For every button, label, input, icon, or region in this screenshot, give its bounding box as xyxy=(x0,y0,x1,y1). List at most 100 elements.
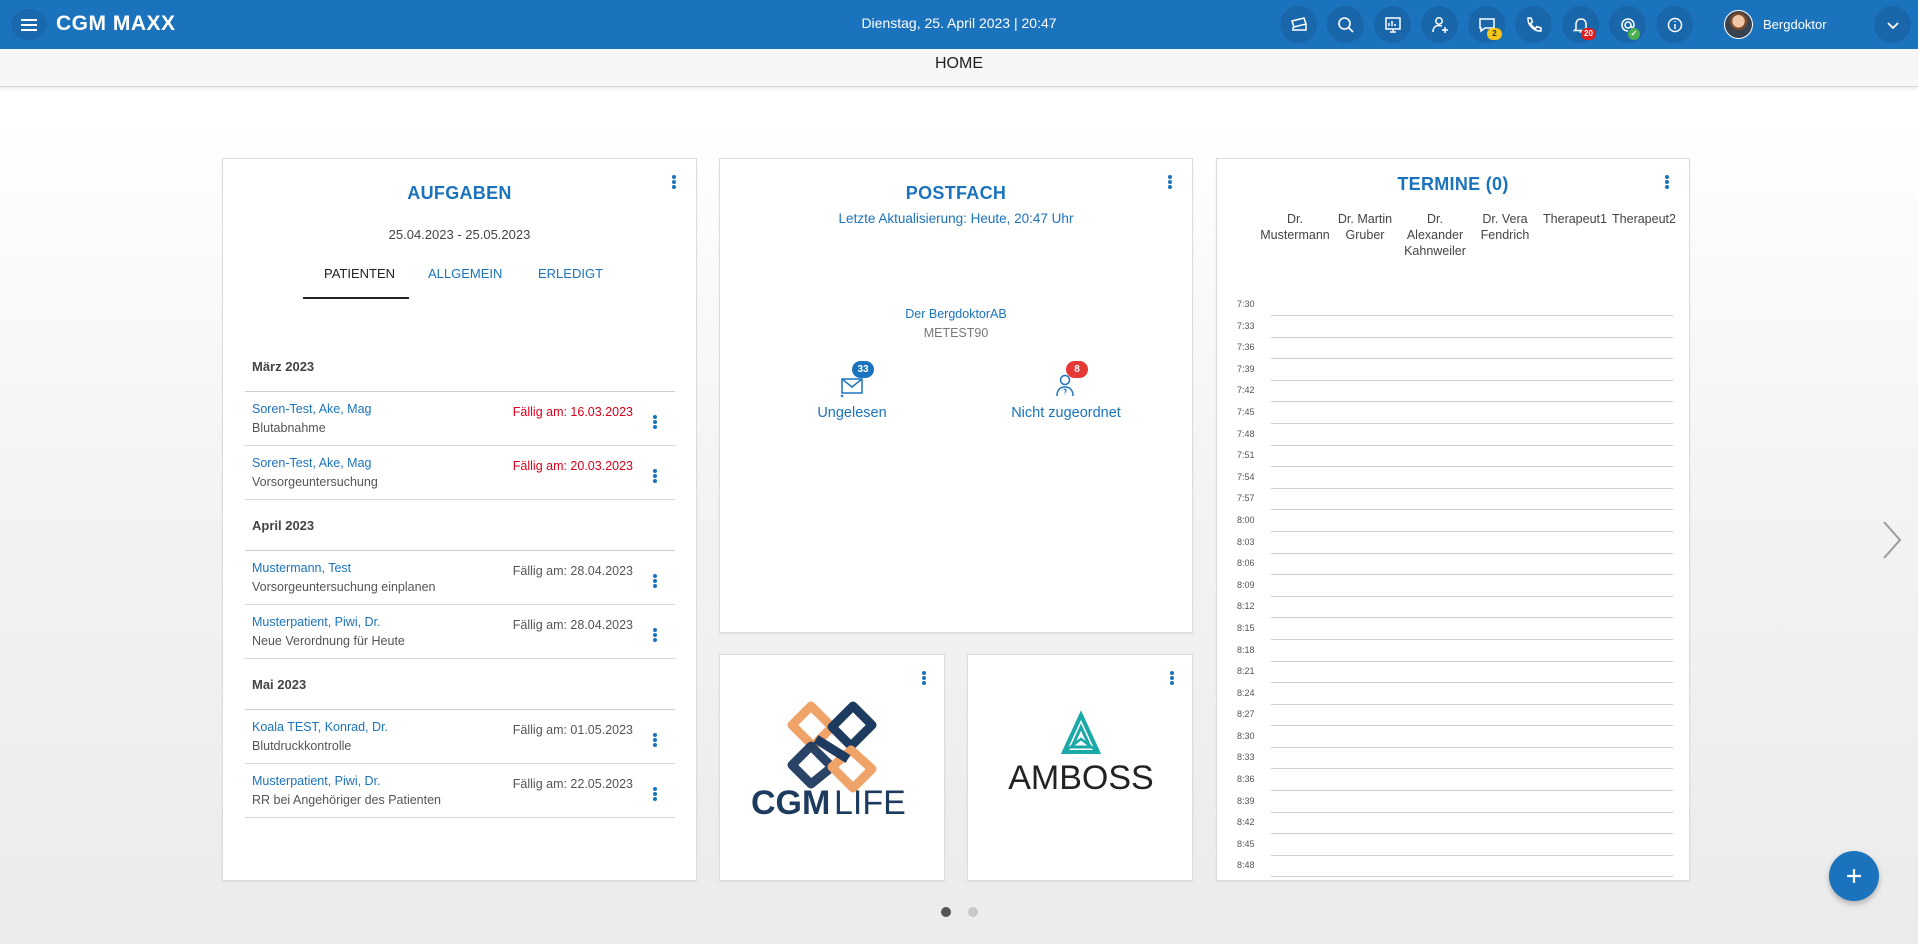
time-slot[interactable]: 8:48 xyxy=(1225,860,1683,880)
unassigned-mail-button[interactable]: 8 Nicht zugeordnet xyxy=(986,361,1146,421)
task-item[interactable]: Mustermann, Test Vorsorgeuntersuchung ei… xyxy=(245,551,675,605)
task-menu-icon[interactable] xyxy=(647,412,663,432)
task-patient[interactable]: Soren-Test, Ake, Mag xyxy=(252,402,372,416)
time-gridline xyxy=(1271,574,1673,576)
time-slot[interactable]: 8:21 xyxy=(1225,666,1683,688)
bell-icon[interactable]: 20 xyxy=(1562,6,1599,43)
unread-mail-button[interactable]: 33 Ungelesen xyxy=(772,361,932,421)
time-slot[interactable]: 7:30 xyxy=(1225,299,1683,321)
time-slot[interactable]: 7:48 xyxy=(1225,429,1683,451)
time-slot[interactable]: 7:51 xyxy=(1225,450,1683,472)
info-icon[interactable] xyxy=(1656,6,1693,43)
time-slot[interactable]: 8:03 xyxy=(1225,537,1683,559)
time-slot[interactable]: 8:00 xyxy=(1225,515,1683,537)
chevron-right-icon[interactable] xyxy=(1880,518,1904,562)
time-label: 7:39 xyxy=(1237,363,1255,374)
add-button[interactable] xyxy=(1829,851,1879,901)
time-slot[interactable]: 8:36 xyxy=(1225,774,1683,796)
time-slot[interactable]: 7:39 xyxy=(1225,364,1683,386)
time-slot[interactable]: 8:42 xyxy=(1225,817,1683,839)
time-slot[interactable]: 7:33 xyxy=(1225,321,1683,343)
time-gridline xyxy=(1271,401,1673,403)
time-slot[interactable]: 8:27 xyxy=(1225,709,1683,731)
chevron-down-icon[interactable] xyxy=(1874,6,1911,43)
chat-icon[interactable]: 2 xyxy=(1468,6,1505,43)
time-label: 7:54 xyxy=(1237,471,1255,482)
time-label: 8:06 xyxy=(1237,558,1255,569)
user-name[interactable]: Bergdoktor xyxy=(1763,17,1827,32)
time-slot[interactable]: 8:09 xyxy=(1225,580,1683,602)
add-patient-icon[interactable] xyxy=(1421,6,1458,43)
cgm-life-logo: CGM LIFE xyxy=(751,701,906,822)
avatar[interactable] xyxy=(1724,10,1753,39)
month-header: März 2023 xyxy=(245,351,675,392)
time-slot[interactable]: 8:45 xyxy=(1225,839,1683,861)
tab-allgemein[interactable]: ALLGEMEIN xyxy=(428,266,502,281)
calendar-column-header[interactable]: Therapeut2 xyxy=(1606,211,1682,227)
task-item[interactable]: Musterpatient, Piwi, Dr. RR bei Angehöri… xyxy=(245,764,675,818)
task-patient[interactable]: Soren-Test, Ake, Mag xyxy=(252,456,372,470)
aufgaben-menu-icon[interactable] xyxy=(666,172,682,192)
task-patient[interactable]: Mustermann, Test xyxy=(252,561,351,575)
task-item[interactable]: Koala TEST, Konrad, Dr. Blutdruckkontrol… xyxy=(245,710,675,764)
time-gridline xyxy=(1271,336,1673,338)
postfach-menu-icon[interactable] xyxy=(1162,172,1178,192)
tab-erledigt[interactable]: ERLEDIGT xyxy=(538,266,603,281)
task-menu-icon[interactable] xyxy=(647,730,663,750)
task-menu-icon[interactable] xyxy=(647,571,663,591)
time-slot[interactable]: 7:57 xyxy=(1225,493,1683,515)
time-label: 7:51 xyxy=(1237,450,1255,461)
amboss-tile[interactable]: AMBOSS xyxy=(967,654,1193,881)
ticket-icon[interactable] xyxy=(1280,6,1317,43)
calendar-column-header[interactable]: Dr. Mustermann xyxy=(1255,211,1335,243)
task-patient[interactable]: Musterpatient, Piwi, Dr. xyxy=(252,615,381,629)
time-slot[interactable]: 7:54 xyxy=(1225,472,1683,494)
monitor-icon[interactable] xyxy=(1374,6,1411,43)
time-slot[interactable]: 8:15 xyxy=(1225,623,1683,645)
calendar-column-header[interactable]: Dr. Alexander Kahnweiler xyxy=(1397,211,1473,259)
time-gridline xyxy=(1271,379,1673,381)
time-slot[interactable]: 8:12 xyxy=(1225,601,1683,623)
task-menu-icon[interactable] xyxy=(647,784,663,804)
at-icon[interactable]: ✓ xyxy=(1609,6,1646,43)
time-slot[interactable]: 8:33 xyxy=(1225,752,1683,774)
task-item[interactable]: Musterpatient, Piwi, Dr. Neue Verordnung… xyxy=(245,605,675,659)
column-label: Therapeut1 xyxy=(1543,212,1607,226)
amboss-logo: AMBOSS xyxy=(1008,710,1154,797)
task-patient[interactable]: Koala TEST, Konrad, Dr. xyxy=(252,720,388,734)
time-slot[interactable]: 8:39 xyxy=(1225,796,1683,818)
column-label: Dr. Mustermann xyxy=(1260,212,1330,242)
task-item[interactable]: Soren-Test, Ake, Mag Blutabnahme Fällig … xyxy=(245,392,675,446)
termine-menu-icon[interactable] xyxy=(1659,172,1675,192)
time-gridline xyxy=(1271,552,1673,554)
phone-icon[interactable] xyxy=(1515,6,1552,43)
calendar-column-header[interactable]: Dr. Vera Fendrich xyxy=(1467,211,1543,243)
time-slot[interactable]: 8:30 xyxy=(1225,731,1683,753)
tab-patienten[interactable]: PATIENTEN xyxy=(324,266,395,281)
calendar-column-header[interactable]: Therapeut1 xyxy=(1537,211,1613,227)
task-description: Blutabnahme xyxy=(252,421,326,435)
task-menu-icon[interactable] xyxy=(647,625,663,645)
page-dot[interactable] xyxy=(968,907,978,917)
task-item[interactable]: Soren-Test, Ake, Mag Vorsorgeuntersuchun… xyxy=(245,446,675,500)
task-patient[interactable]: Musterpatient, Piwi, Dr. xyxy=(252,774,381,788)
time-slot[interactable]: 7:45 xyxy=(1225,407,1683,429)
time-slot[interactable]: 8:24 xyxy=(1225,688,1683,710)
termine-title: TERMINE (0) xyxy=(1397,174,1509,194)
time-slot[interactable]: 8:18 xyxy=(1225,645,1683,667)
time-slot[interactable]: 7:36 xyxy=(1225,342,1683,364)
task-due-date: Fällig am: 28.04.2023 xyxy=(512,618,633,632)
time-slot[interactable]: 7:42 xyxy=(1225,385,1683,407)
time-gridline xyxy=(1271,790,1673,792)
amboss-text: AMBOSS xyxy=(1008,759,1153,797)
column-label: Dr. Alexander Kahnweiler xyxy=(1404,212,1466,258)
task-menu-icon[interactable] xyxy=(647,466,663,486)
page-dot-active[interactable] xyxy=(941,907,951,917)
mailbox-name[interactable]: Der BergdoktorAB xyxy=(720,307,1192,321)
search-icon[interactable] xyxy=(1327,6,1364,43)
calendar-grid[interactable]: 7:30 7:33 7:36 7:39 7:42 7:45 7:48 7:51 7:54 7:57… xyxy=(1225,299,1683,880)
calendar-column-header[interactable]: Dr. Martin Gruber xyxy=(1327,211,1403,243)
menu-icon[interactable] xyxy=(11,9,47,40)
time-slot[interactable]: 8:06 xyxy=(1225,558,1683,580)
cgm-life-tile[interactable]: CGM LIFE xyxy=(719,654,945,881)
